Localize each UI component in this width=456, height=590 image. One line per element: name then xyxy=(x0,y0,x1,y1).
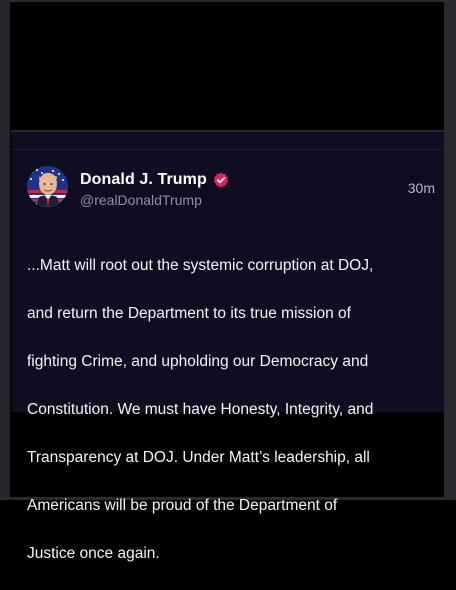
post-body-line: Americans will be proud of the Departmen… xyxy=(27,497,338,514)
card-artifact-dot xyxy=(328,410,330,412)
post-body-line: and return the Department to its true mi… xyxy=(27,305,351,322)
frame-right-border xyxy=(444,0,456,500)
card-inner-divider xyxy=(11,149,444,150)
avatar-flag-portrait-icon xyxy=(27,166,68,207)
avatar[interactable] xyxy=(27,166,68,207)
author-handle[interactable]: @realDonaldTrump xyxy=(80,192,202,208)
post-card[interactable]: Donald J. Trump @realDonaldTrump 30m ...… xyxy=(11,130,444,562)
frame-left-border xyxy=(0,0,10,500)
frame-top-border xyxy=(0,0,456,2)
author-display-name[interactable]: Donald J. Trump xyxy=(80,171,207,189)
post-body-text: ...Matt will root out the systemic corru… xyxy=(27,230,437,590)
post-body-line: Transparency at DOJ. Under Matt’s leader… xyxy=(27,449,370,466)
verified-badge-icon xyxy=(213,172,229,188)
post-timestamp[interactable]: 30m xyxy=(408,180,435,196)
post-body-line: Constitution. We must have Honesty, Inte… xyxy=(27,401,374,418)
screenshot-frame: Donald J. Trump @realDonaldTrump 30m ...… xyxy=(0,0,456,562)
post-body-line: ...Matt will root out the systemic corru… xyxy=(27,257,374,274)
post-body-line: Justice once again. xyxy=(27,545,160,562)
card-top-divider xyxy=(11,130,444,132)
post-body-line: fighting Crime, and upholding our Democr… xyxy=(27,353,369,370)
author-name-row[interactable]: Donald J. Trump xyxy=(80,170,229,190)
